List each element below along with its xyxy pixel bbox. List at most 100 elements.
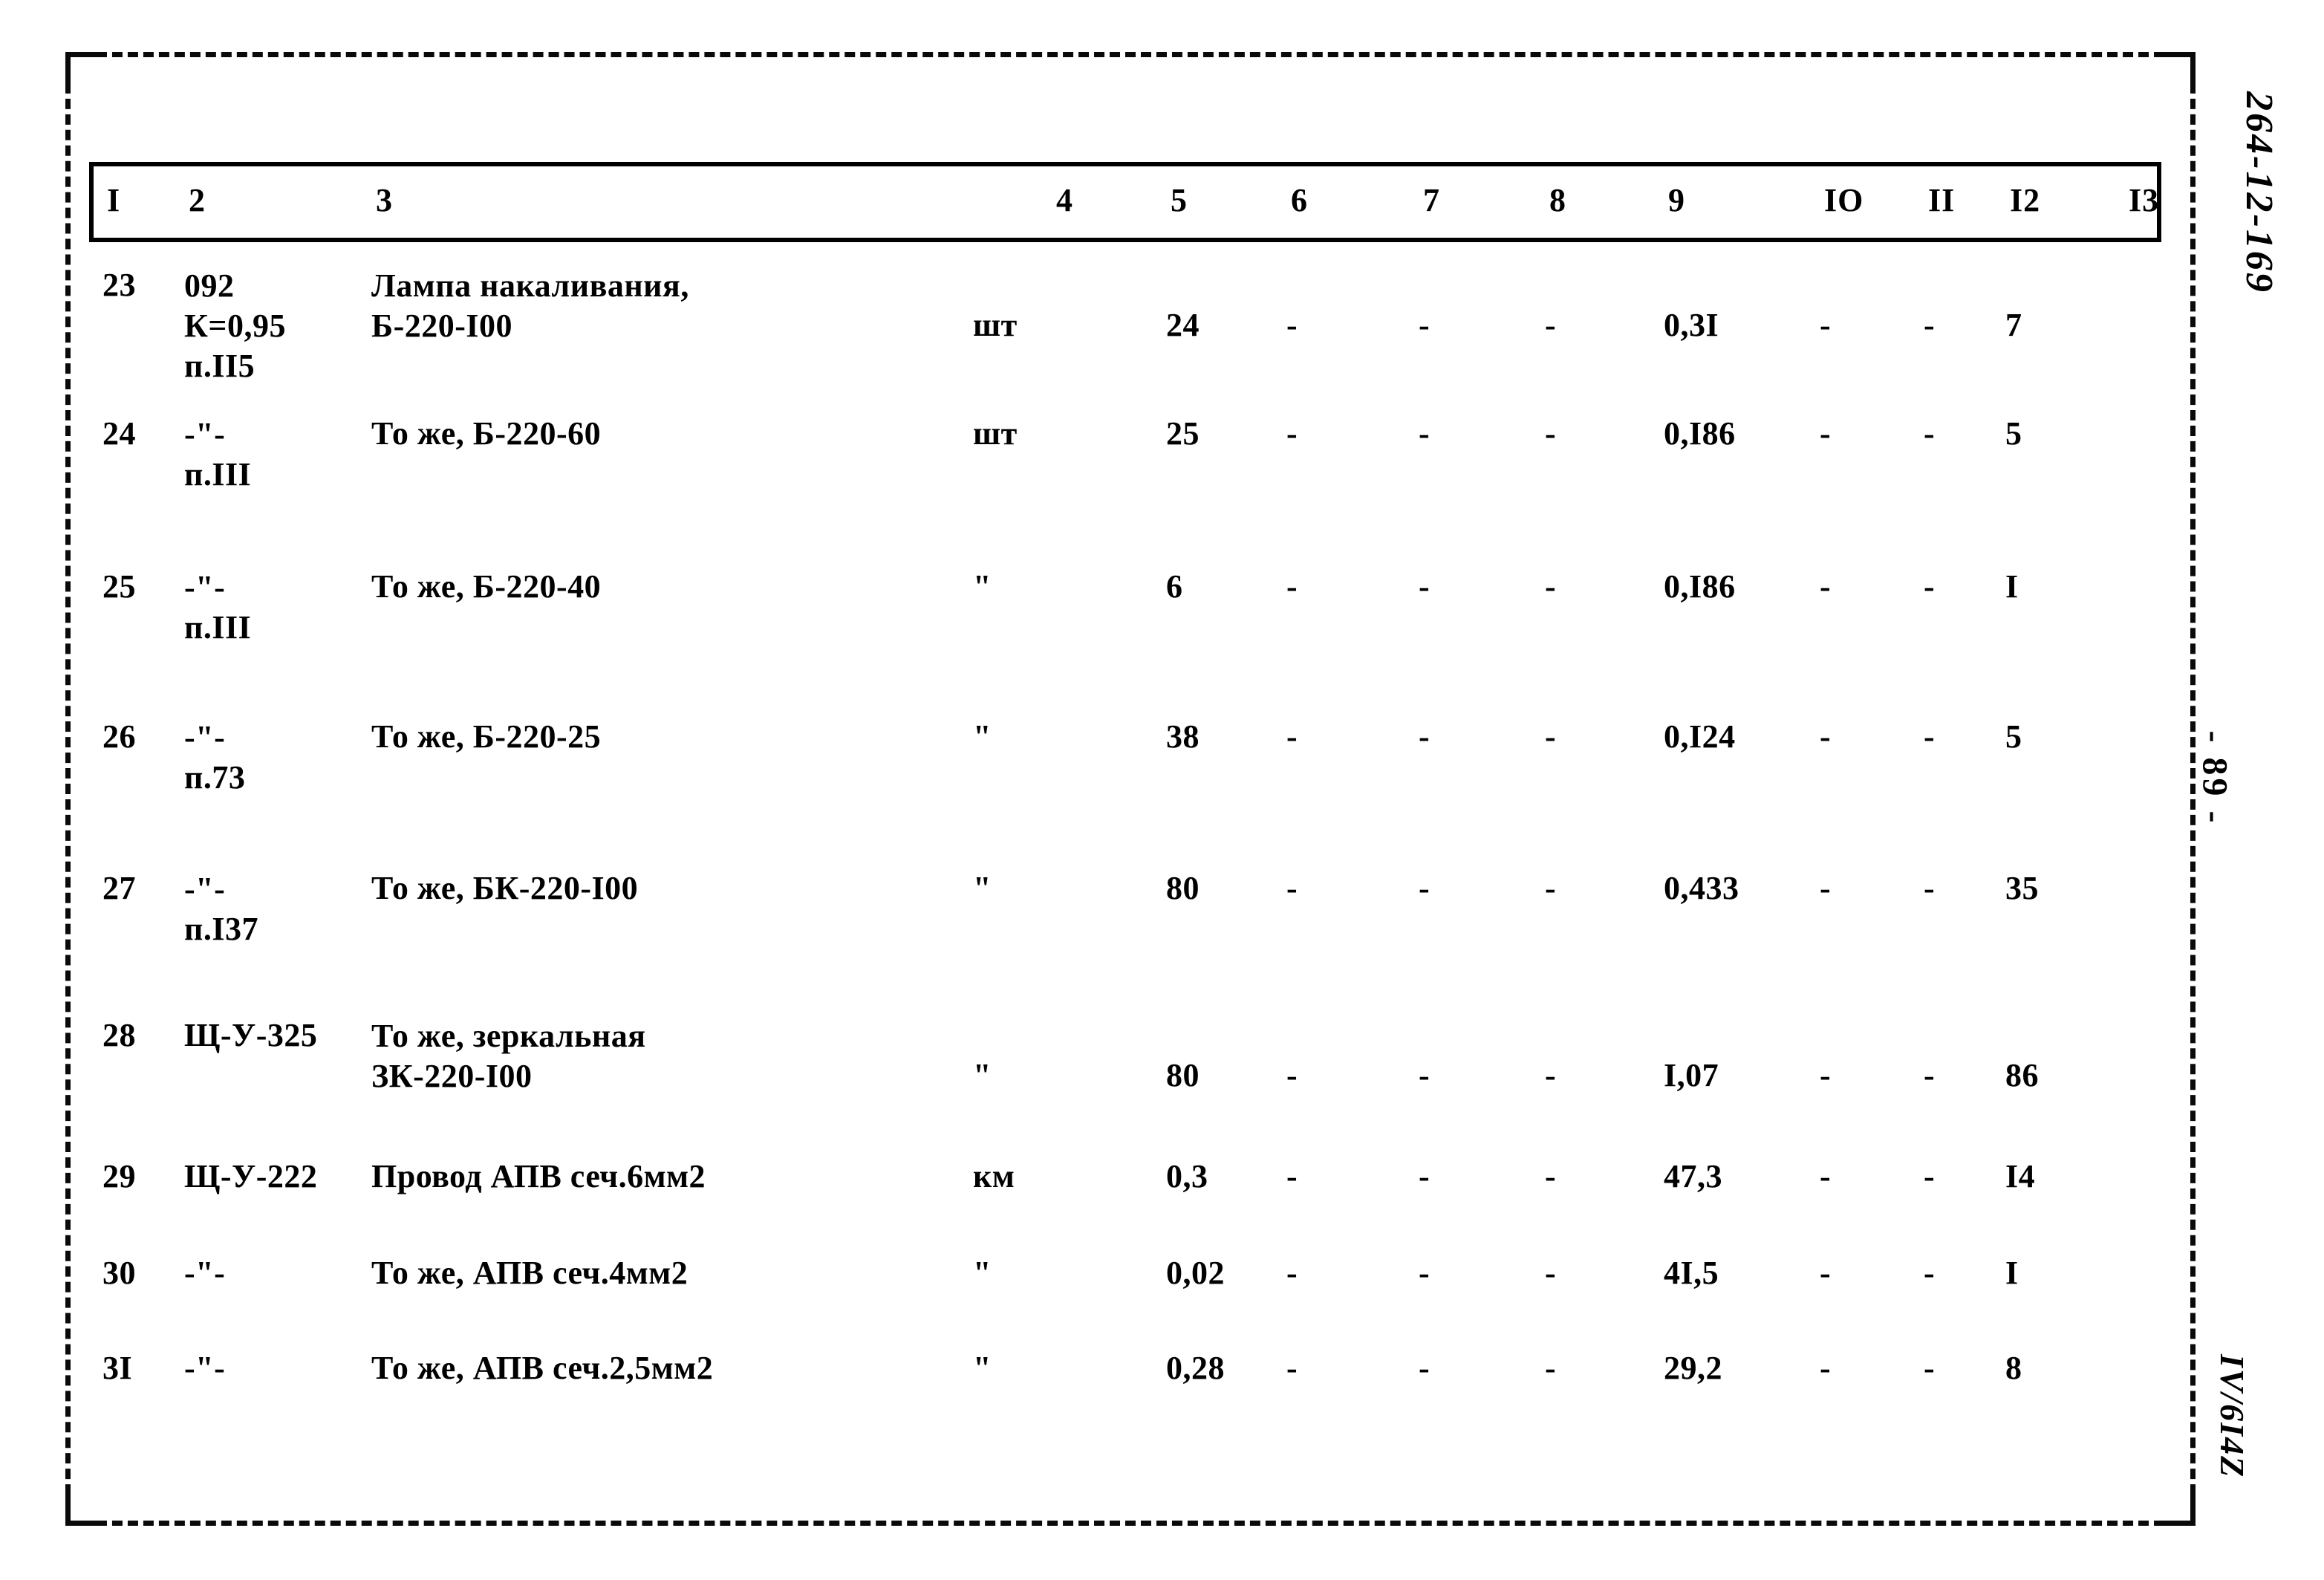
column-header-5: 5: [1171, 182, 1188, 218]
column-header-6: 6: [1291, 182, 1308, 218]
cell-quantity: 38: [1166, 718, 1200, 755]
row-number: 27: [102, 870, 136, 906]
item-code: -"- п.III: [184, 569, 252, 646]
cell-col6: -: [1286, 307, 1298, 343]
cell-col12: 7: [2005, 307, 2022, 343]
unit-of-measure: ": [973, 1057, 992, 1093]
cell-col8: -: [1545, 1158, 1557, 1194]
cell-col12: 5: [2005, 415, 2022, 452]
item-code: Щ-У-222: [184, 1158, 318, 1194]
cell-col9: 0,I86: [1664, 415, 1736, 452]
cell-quantity: 80: [1166, 1057, 1200, 1093]
unit-of-measure: ": [973, 568, 992, 605]
column-header-3: 3: [376, 182, 393, 218]
cell-col6: -: [1286, 1350, 1298, 1386]
item-code: -"-: [184, 1350, 226, 1386]
cell-col10: -: [1820, 1255, 1832, 1291]
column-header-4: 4: [1056, 182, 1073, 218]
item-name: То же, Б-220-60: [371, 415, 602, 452]
cell-quantity: 0,28: [1166, 1350, 1225, 1386]
item-code: -"- п.I37: [184, 871, 258, 947]
cell-col10: -: [1820, 307, 1832, 343]
cell-col11: -: [1924, 718, 1936, 755]
column-header-11: II: [1928, 182, 1956, 218]
cell-col12: 35: [2005, 870, 2039, 906]
cell-col6: -: [1286, 1057, 1298, 1093]
column-header-9: 9: [1668, 182, 1685, 218]
cell-col9: 0,I24: [1664, 718, 1736, 755]
cell-col10: -: [1820, 718, 1832, 755]
cell-quantity: 6: [1166, 568, 1183, 605]
cell-col8: -: [1545, 307, 1557, 343]
cell-col12: 8: [2005, 1350, 2022, 1386]
cell-quantity: 25: [1166, 415, 1200, 452]
cell-col8: -: [1545, 1255, 1557, 1291]
cell-col8: -: [1545, 1057, 1557, 1093]
cell-col11: -: [1924, 415, 1936, 452]
cell-col9: I,07: [1664, 1057, 1719, 1093]
cell-col6: -: [1286, 568, 1298, 605]
item-code: -"- п.73: [184, 719, 246, 796]
column-header-8: 8: [1549, 182, 1566, 218]
cell-col7: -: [1419, 718, 1430, 755]
frame-corner-bottom-right: [2155, 1486, 2196, 1526]
cell-col11: -: [1924, 1057, 1936, 1093]
cell-col6: -: [1286, 1255, 1298, 1291]
column-header-1: I: [107, 182, 121, 218]
item-name: Лампа накаливания, Б-220-I00: [371, 267, 689, 344]
frame-corner-top-right: [2155, 52, 2196, 92]
cell-col7: -: [1419, 870, 1430, 906]
cell-col10: -: [1820, 1350, 1832, 1386]
unit-of-measure: шт: [973, 415, 1018, 452]
cell-col9: 29,2: [1664, 1350, 1722, 1386]
cell-col8: -: [1545, 1350, 1557, 1386]
cell-col11: -: [1924, 870, 1936, 906]
document-number-annotation: 264-12-169: [2237, 91, 2280, 294]
item-name: То же, Б-220-40: [371, 568, 602, 605]
cell-col7: -: [1419, 568, 1430, 605]
cell-col11: -: [1924, 1158, 1936, 1194]
cell-col11: -: [1924, 1255, 1936, 1291]
cell-col8: -: [1545, 415, 1557, 452]
item-name: То же, Б-220-25: [371, 718, 602, 755]
column-header-2: 2: [189, 182, 206, 218]
item-name: Провод АПВ сеч.6мм2: [371, 1158, 706, 1194]
column-header-13: I3: [2129, 182, 2160, 218]
cell-col11: -: [1924, 1350, 1936, 1386]
cell-col7: -: [1419, 415, 1430, 452]
cell-col6: -: [1286, 870, 1298, 906]
unit-of-measure: шт: [973, 307, 1018, 343]
cell-quantity: 0,3: [1166, 1158, 1208, 1194]
unit-of-measure: ": [973, 870, 992, 906]
row-number: 24: [102, 415, 136, 452]
row-number: 26: [102, 718, 136, 755]
cell-col11: -: [1924, 307, 1936, 343]
item-code: -"-: [184, 1255, 226, 1291]
item-code: -"- п.III: [184, 416, 252, 492]
table-header-row: I 2 3 4 5 6 7 8 9 IO II I2 I3: [89, 162, 2161, 242]
cell-col12: 5: [2005, 718, 2022, 755]
unit-of-measure: км: [973, 1158, 1015, 1194]
cell-col7: -: [1419, 1057, 1430, 1093]
cell-col10: -: [1820, 1057, 1832, 1093]
cell-col6: -: [1286, 415, 1298, 452]
cell-col10: -: [1820, 568, 1832, 605]
cell-col12: 86: [2005, 1057, 2039, 1093]
column-header-12: I2: [2010, 182, 2041, 218]
page-number-annotation: - 89 -: [2195, 730, 2235, 826]
row-number: 3I: [102, 1350, 133, 1386]
cell-col12: I: [2005, 1255, 2019, 1291]
cell-col7: -: [1419, 1350, 1430, 1386]
row-number: 28: [102, 1017, 136, 1053]
item-name: То же, АПВ сеч.4мм2: [371, 1255, 689, 1291]
row-number: 25: [102, 568, 136, 605]
row-number: 29: [102, 1158, 136, 1194]
section-mark-annotation: IV/6I4Z: [2213, 1353, 2252, 1479]
item-name: То же, БК-220-I00: [371, 870, 639, 906]
cell-col9: 4I,5: [1664, 1255, 1719, 1291]
row-number: 30: [102, 1255, 136, 1291]
cell-col10: -: [1820, 870, 1832, 906]
cell-col6: -: [1286, 1158, 1298, 1194]
cell-col8: -: [1545, 870, 1557, 906]
cell-col9: 0,I86: [1664, 568, 1736, 605]
